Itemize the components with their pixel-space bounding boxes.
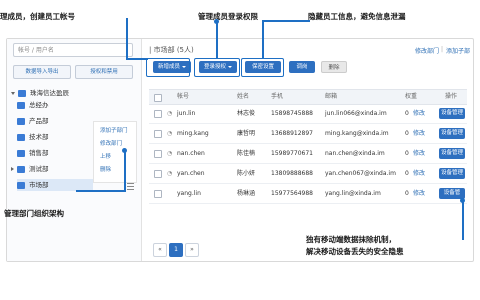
search-input[interactable]: 帐号 / 用户名	[13, 43, 133, 57]
pager-current[interactable]: 1	[169, 243, 183, 257]
edit-link[interactable]: 修改	[413, 104, 425, 123]
device-manage-button[interactable]: 设备管理	[439, 108, 465, 119]
table-row: yang.lin 杨琳涵 15977564988 yang.lin@xinda.…	[149, 184, 467, 204]
tree-root[interactable]: 珠海信达盈辰	[11, 87, 69, 97]
edit-dept-link[interactable]: 修改部门	[415, 46, 439, 55]
callout-permissions: 管理成员登录权限	[198, 12, 258, 21]
context-edit[interactable]: 修改部门	[100, 139, 122, 147]
tree-item-dept-4[interactable]: 测试部	[11, 163, 49, 175]
edit-link[interactable]: 修改	[413, 124, 425, 143]
callout-mobile-wipe-2: 解决移动设备丢失的安全隐患	[306, 247, 404, 256]
device-manage-button[interactable]: 设备管理	[439, 148, 465, 159]
user-icon: ◔	[167, 110, 173, 117]
pager-prev[interactable]: «	[153, 243, 167, 257]
col-weight[interactable]: 权重	[405, 90, 417, 104]
user-icon: ◔	[167, 150, 173, 157]
connector-dot	[122, 148, 127, 153]
connector-line	[124, 150, 126, 190]
table-row: ◔ yan.chen 陈小妍 13809888688 yan.chen067@x…	[149, 164, 467, 184]
folder-icon	[17, 149, 25, 157]
row-checkbox[interactable]	[154, 170, 162, 178]
connector-line	[76, 190, 126, 192]
delete-button[interactable]: 删除	[321, 61, 347, 73]
folder-icon	[17, 133, 25, 141]
tree-item-dept-3[interactable]: 销售部	[17, 147, 49, 159]
main-content: | 市场部 (5人) 修改部门 | 添加子部 新增成员 登录授权 保密设置 调岗…	[143, 39, 473, 261]
context-delete[interactable]: 删除	[100, 165, 111, 173]
highlight-login-auth	[194, 58, 240, 77]
folder-icon	[17, 101, 25, 109]
edit-link[interactable]: 修改	[413, 144, 425, 163]
row-checkbox[interactable]	[154, 190, 162, 198]
page-title: | 市场部 (5人)	[149, 46, 194, 54]
table-row: ◔ jun.lin 林志俊 15898745888 jun.lin066@xin…	[149, 104, 467, 124]
authorize-disable-button[interactable]: 授权和禁用	[75, 65, 133, 79]
select-all-checkbox[interactable]	[154, 94, 162, 102]
import-export-button[interactable]: 数据导入导出	[13, 65, 71, 79]
connector-line	[262, 20, 264, 58]
highlight-add-member	[146, 58, 190, 77]
callout-mobile-wipe-1: 独有移动端数据抹除机制，	[306, 235, 396, 244]
add-sub-link[interactable]: 添加子部	[446, 46, 470, 55]
folder-icon	[17, 117, 25, 125]
callout-hide-info: 隐藏员工信息，避免信息泄漏	[308, 12, 406, 21]
device-manage-button[interactable]: 设备管理	[439, 168, 465, 179]
col-account[interactable]: 帐号	[177, 90, 189, 104]
connector-line	[462, 200, 464, 240]
menu-icon[interactable]	[127, 183, 134, 190]
tree-item-dept-0[interactable]: 总经办	[17, 99, 49, 111]
connector-line	[126, 18, 128, 60]
edit-link[interactable]: 修改	[413, 184, 425, 203]
row-checkbox[interactable]	[154, 130, 162, 138]
tree-root-label: 珠海信达盈辰	[30, 89, 69, 97]
user-icon: ◔	[167, 170, 173, 177]
pager-next[interactable]: »	[185, 243, 199, 257]
callout-org-structure: 管理部门组织架构	[4, 209, 64, 218]
connector-line	[216, 20, 218, 58]
col-phone: 手机	[271, 93, 284, 100]
col-name[interactable]: 姓名	[237, 90, 249, 104]
main-panel: 帐号 / 用户名 数据导入导出 授权和禁用 珠海信达盈辰 总经办 产品部 技术部…	[6, 38, 474, 262]
folder-icon	[18, 89, 26, 97]
connector-line	[126, 58, 148, 60]
context-add-sub[interactable]: 添加子部门	[100, 126, 128, 134]
row-checkbox[interactable]	[154, 110, 162, 118]
connector-line	[262, 20, 310, 22]
tree-item-dept-2[interactable]: 技术部	[17, 131, 49, 143]
folder-icon	[17, 181, 25, 189]
edit-link[interactable]: 修改	[413, 164, 425, 183]
callout-add-member: 理成员，创建员工帐号	[0, 12, 75, 21]
tree-item-dept-1[interactable]: 产品部	[17, 115, 49, 127]
col-email: 邮箱	[325, 93, 338, 100]
highlight-privacy	[241, 58, 284, 77]
table-header: 帐号 姓名 手机 邮箱 权重 操作	[149, 89, 467, 105]
folder-icon	[17, 165, 25, 173]
context-menu: 添加子部门 修改部门 上移 删除	[93, 121, 137, 183]
transfer-button[interactable]: 调岗	[289, 61, 315, 73]
table-row: ◔ ming.kang 康哲明 13688912897 ming.kang@xi…	[149, 124, 467, 144]
context-move-up[interactable]: 上移	[100, 152, 111, 160]
chevron-right-icon	[11, 167, 14, 171]
table-row: ◔ nan.chen 陈佳楠 15989770671 nan.chen@xind…	[149, 144, 467, 164]
connector-dot	[214, 19, 219, 24]
row-checkbox[interactable]	[154, 150, 162, 158]
user-icon: ◔	[167, 130, 173, 137]
chevron-down-icon	[11, 91, 15, 95]
device-manage-button[interactable]: 设备管理	[439, 128, 465, 139]
col-actions: 操作	[445, 93, 458, 100]
connector-dot	[460, 198, 465, 203]
